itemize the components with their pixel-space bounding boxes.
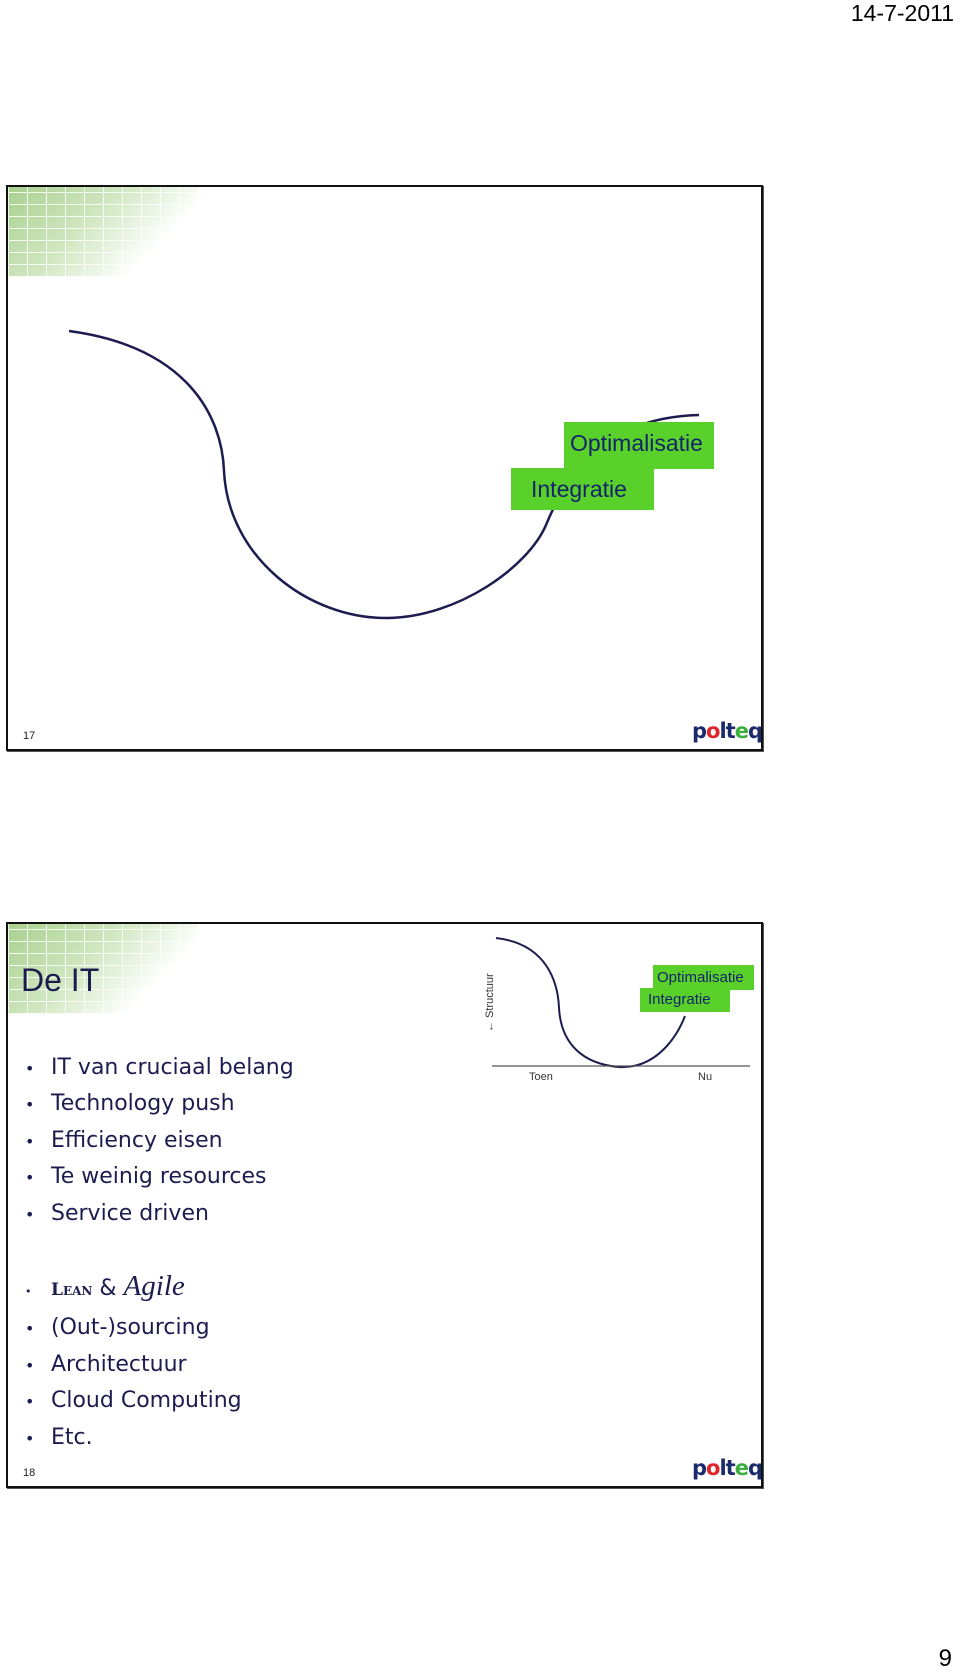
bullet-item: • Etc.: [25, 1425, 93, 1450]
arrow-icon: ←: [484, 1021, 496, 1032]
bullet-item: • Efficiency eisen: [25, 1128, 223, 1153]
slide-number: 18: [23, 1467, 36, 1479]
bullet-item: • Cloud Computing: [25, 1388, 242, 1413]
bullet-item: • IT van cruciaal belang: [25, 1055, 294, 1080]
y-axis-label: ← Structuur: [484, 973, 496, 1032]
integratie-label: Integratie: [640, 988, 730, 1012]
bullet-lean-agile: • Lean & Agile: [25, 1270, 185, 1302]
bullet-item: • Te weinig resources: [25, 1164, 267, 1189]
x-start-label: Toen: [529, 1071, 553, 1083]
page-number: 9: [938, 1645, 952, 1672]
bullet-item: • Architectuur: [25, 1352, 187, 1377]
bullet-item: • (Out-)sourcing: [25, 1315, 210, 1340]
optimalisatie-label: Optimalisatie: [564, 422, 714, 469]
slide-number: 17: [23, 730, 36, 742]
y-label-text: Structuur: [484, 973, 496, 1018]
slide-17: Optimalisatie Integratie 17 polteq: [6, 185, 763, 751]
bullet-item: • Service driven: [25, 1201, 209, 1226]
x-end-label: Nu: [698, 1071, 713, 1083]
date: 14-7-2011: [850, 0, 954, 26]
bullet-item: • Technology push: [25, 1091, 235, 1116]
optimalisatie-label: Optimalisatie: [653, 965, 754, 990]
slide-18: De IT ← Structuur Optimalisatie Integrat…: [6, 922, 763, 1488]
polteq-logo: polteq: [692, 719, 763, 743]
polteq-logo: polteq: [692, 1456, 763, 1480]
integratie-label: Integratie: [511, 468, 654, 510]
